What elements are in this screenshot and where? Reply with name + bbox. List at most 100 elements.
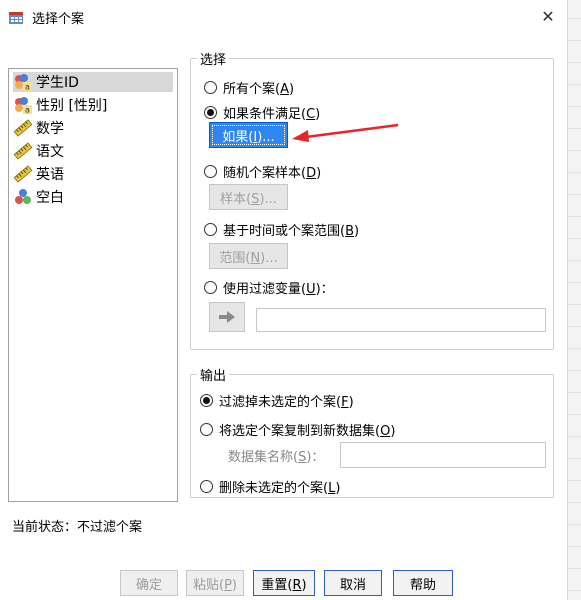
reset-button-label: 重置(R) (261, 577, 307, 593)
strip-divider (568, 62, 581, 63)
strip-divider (568, 414, 581, 415)
filter-variable-field[interactable] (256, 308, 546, 332)
radio-label: 使用过滤变量(U)： (223, 282, 334, 297)
variable-label: 性别 [性别] (36, 98, 108, 114)
strip-divider (568, 304, 581, 305)
range-button[interactable]: 范围(N)... (209, 243, 288, 269)
current-status: 当前状态：不过滤个案 (12, 520, 143, 535)
radio-label: 随机个案样本(D) (223, 166, 322, 181)
output-radio-1[interactable]: 过滤掉未选定的个案(F) (200, 391, 354, 410)
arrow-right-icon (219, 311, 235, 323)
radio-label: 删除未选定的个案(L) (219, 481, 341, 496)
output-radio-3[interactable]: 删除未选定的个案(L) (200, 477, 340, 496)
sample-button[interactable]: 样本(S)... (209, 184, 288, 210)
variable-label: 空白 (36, 190, 64, 206)
strip-divider (568, 172, 581, 173)
radio-indicator (204, 281, 217, 294)
strip-divider (568, 216, 581, 217)
variable-label: 数学 (36, 121, 64, 137)
help-button-label: 帮助 (409, 577, 436, 593)
ok-button[interactable]: 确定 (120, 570, 178, 596)
nominal-balls-icon (13, 188, 33, 206)
strip-divider (568, 326, 581, 327)
if-button-label: 如果(I)... (222, 129, 275, 145)
strip-divider (568, 106, 581, 107)
window-title: 选择个案 (32, 12, 85, 27)
select-radio-1[interactable]: 所有个案(A) (204, 78, 294, 97)
range-button-label: 范围(N)... (219, 250, 278, 266)
background-window-strip (567, 0, 581, 600)
paste-button[interactable]: 粘贴(P) (186, 570, 244, 596)
strip-divider (568, 524, 581, 525)
variable-label: 语文 (36, 144, 64, 160)
strip-divider (568, 436, 581, 437)
strip-divider (568, 84, 581, 85)
radio-label: 基于时间或个案范围(B) (223, 224, 360, 239)
output-radio-2[interactable]: 将选定个案复制到新数据集(O) (200, 420, 395, 439)
close-button[interactable]: ✕ (536, 6, 560, 28)
if-button[interactable]: 如果(I)... (209, 122, 288, 148)
strip-divider (568, 238, 581, 239)
strip-divider (568, 40, 581, 41)
radio-label: 过滤掉未选定的个案(F) (219, 395, 354, 410)
nominal-abc-icon: a (13, 73, 33, 92)
dataset-name-input[interactable] (340, 442, 546, 468)
variable-item[interactable]: 数学 (13, 118, 173, 138)
strip-divider (568, 150, 581, 151)
strip-divider (568, 18, 581, 19)
scale-ruler-icon (13, 142, 33, 160)
close-icon: ✕ (541, 7, 555, 26)
dataset-name-label: 数据集名称(S)： (228, 450, 325, 465)
strip-divider (568, 282, 581, 283)
cancel-button-label: 取消 (339, 577, 366, 593)
radio-indicator (200, 480, 213, 493)
nominal-abc-icon: a (13, 96, 33, 115)
radio-label: 所有个案(A) (223, 82, 295, 97)
variable-item[interactable]: 空白 (13, 187, 173, 207)
strip-divider (568, 502, 581, 503)
svg-text:a: a (25, 83, 30, 92)
scale-ruler-icon (13, 165, 33, 183)
help-button[interactable]: 帮助 (393, 570, 453, 596)
cancel-button[interactable]: 取消 (324, 570, 382, 596)
radio-indicator (200, 423, 213, 436)
variable-item[interactable]: a 学生ID (13, 72, 173, 92)
variable-label: 学生ID (36, 75, 79, 91)
variable-item[interactable]: 语文 (13, 141, 173, 161)
spss-app-icon (9, 12, 23, 24)
radio-indicator (200, 394, 213, 407)
variable-item[interactable]: a 性别 [性别] (13, 95, 173, 115)
variable-list[interactable]: a 学生ID a 性别 [性别] 数学语文英语空白 (8, 68, 178, 502)
reset-button[interactable]: 重置(R) (253, 570, 315, 596)
radio-indicator (204, 81, 217, 94)
scale-ruler-icon (13, 119, 33, 137)
variable-item[interactable]: 英语 (13, 164, 173, 184)
strip-divider (568, 194, 581, 195)
radio-indicator (204, 165, 217, 178)
svg-text:a: a (25, 106, 30, 115)
radio-indicator (204, 223, 217, 236)
title-bar: 选择个案 ✕ (0, 0, 567, 32)
output-group-title: 输出 (197, 365, 230, 384)
paste-button-label: 粘贴(P) (193, 577, 237, 593)
radio-label: 将选定个案复制到新数据集(O) (219, 424, 396, 439)
select-radio-4[interactable]: 基于时间或个案范围(B) (204, 220, 359, 239)
strip-divider (568, 568, 581, 569)
strip-divider (568, 260, 581, 261)
select-radio-3[interactable]: 随机个案样本(D) (204, 162, 321, 181)
ok-button-label: 确定 (135, 577, 162, 593)
strip-divider (568, 370, 581, 371)
annotation-arrow (292, 123, 399, 142)
strip-divider (568, 590, 581, 591)
strip-divider (568, 392, 581, 393)
move-variable-button[interactable] (209, 302, 245, 332)
strip-divider (568, 348, 581, 349)
strip-divider (568, 480, 581, 481)
strip-divider (568, 546, 581, 547)
variable-label: 英语 (36, 167, 64, 183)
select-group-title: 选择 (197, 49, 230, 68)
select-radio-5[interactable]: 使用过滤变量(U)： (204, 278, 334, 297)
strip-divider (568, 128, 581, 129)
radio-indicator (204, 106, 217, 119)
strip-divider (568, 458, 581, 459)
